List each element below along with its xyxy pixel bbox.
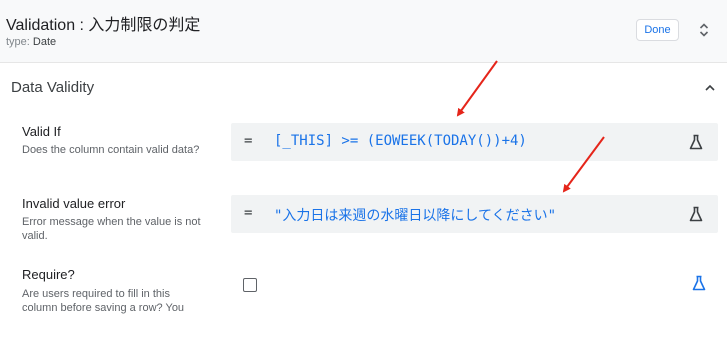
flask-icon[interactable] <box>689 206 703 222</box>
invalid-value-error-description: Error message when the value is not vali… <box>22 216 201 242</box>
type-value: Date <box>32 36 57 48</box>
invalid-value-error-expression: "入力日は来週の水曜日以降にしてください" <box>274 208 557 224</box>
page-title: Validation : 入力制限の判定 <box>6 17 201 34</box>
done-button[interactable]: Done <box>636 19 679 41</box>
validation-header: Validation : 入力制限の判定 type: Date Done <box>0 0 727 63</box>
type-label: type: <box>6 36 30 48</box>
valid-if-description: Does the column contain valid data? <box>22 144 200 156</box>
valid-if-expression-field[interactable]: = [_THIS] >= (EOWEEK(TODAY())+4) <box>231 123 718 161</box>
require-description: Are users required to fill in this colum… <box>22 288 185 314</box>
invalid-value-error-label: Invalid value error <box>22 196 126 211</box>
equals-sign: = <box>244 205 253 221</box>
require-checkbox[interactable] <box>243 278 257 292</box>
annotation-arrow <box>456 60 498 117</box>
valid-if-expression: [_THIS] >= (EOWEEK(TODAY())+4) <box>274 133 527 149</box>
require-label: Require? <box>22 267 75 282</box>
chevron-up-icon[interactable] <box>704 83 716 93</box>
flask-icon[interactable] <box>689 134 703 150</box>
equals-sign: = <box>244 133 253 149</box>
invalid-value-error-expression-field[interactable]: = "入力日は来週の水曜日以降にしてください" <box>231 195 718 233</box>
valid-if-label: Valid If <box>22 124 61 139</box>
unfold-icon[interactable] <box>698 22 710 38</box>
type-line: type: Date <box>6 36 56 48</box>
section-title: Data Validity <box>11 79 95 96</box>
flask-icon[interactable] <box>692 275 706 291</box>
